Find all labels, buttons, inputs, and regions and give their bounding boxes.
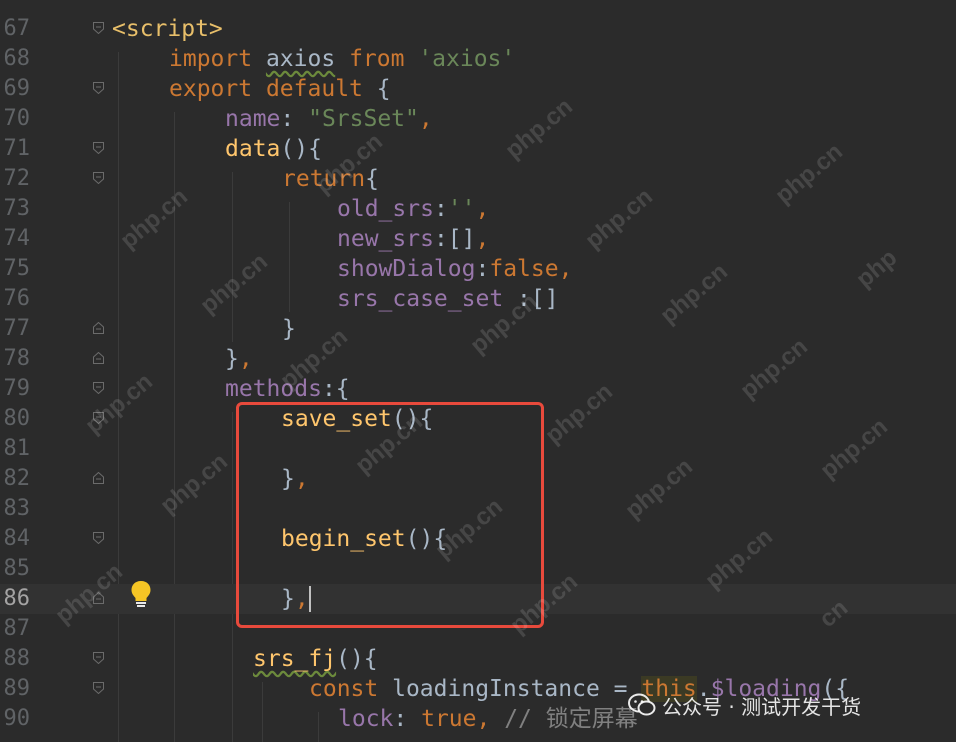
fold-start-icon[interactable] [93,142,104,154]
code-editor[interactable]: 67 <script> 68 import axios from 'axios'… [0,0,956,742]
property: srs_case_set [337,286,504,312]
brace: { [376,76,391,102]
line-number: 88 [3,646,31,671]
line-number: 85 [3,556,31,581]
keyword: const [309,676,379,702]
line-number: 74 [3,226,31,251]
fold-start-icon[interactable] [93,682,104,694]
line-number: 89 [3,676,31,701]
line-number: 82 [3,466,31,491]
line-number: 68 [3,46,31,71]
colon: : [280,106,309,132]
colon: : [475,256,490,282]
brace: } [225,346,239,372]
boolean-literal: false [489,256,559,282]
lightbulb-icon[interactable] [130,580,152,608]
parens: (){ [336,646,378,672]
line-number: 78 [3,346,31,371]
boolean-literal: true [421,706,477,732]
property: old_srs [337,196,434,222]
line-number: 70 [3,106,31,131]
function-name: srs_fj [253,646,337,672]
string-literal: '' [447,196,476,222]
attribution-text: 公众号 · 测试开发干货 [662,694,862,719]
line-number: 81 [3,436,31,461]
fold-end-icon[interactable] [93,352,104,364]
line-number: 69 [3,76,31,101]
line-number: 72 [3,166,31,191]
property: lock [338,706,394,732]
comma: , [418,106,433,132]
comma: , [475,196,490,222]
fold-start-icon[interactable] [93,22,104,34]
keyword: from [349,46,405,72]
line-number: 73 [3,196,31,221]
keyword: import [169,46,253,72]
fold-end-icon[interactable] [93,322,104,334]
property: new_srs [337,226,434,252]
comma: , [238,346,253,372]
code-line[interactable]: 67 <script> [0,14,956,44]
code-line[interactable]: 88 srs_fj(){ [0,644,956,674]
fold-start-icon[interactable] [93,532,104,544]
fold-start-icon[interactable] [93,382,104,394]
script-tag: <script> [112,16,223,42]
string-literal: "SrsSet" [308,106,419,132]
line-number: 83 [3,496,31,521]
keyword: export [169,76,253,102]
colon: : [393,706,422,732]
fold-start-icon[interactable] [93,652,104,664]
line-number: 90 [3,706,31,731]
code-line[interactable]: 69 export default { [0,74,956,104]
string-literal: 'axios' [418,46,516,72]
line-number: 75 [3,256,31,281]
fold-start-icon[interactable] [93,82,104,94]
wechat-attribution: 公众号 · 测试开发干货 [628,690,861,720]
comma: , [558,256,573,282]
identifier: axios [265,46,336,72]
brace: { [365,166,379,192]
brace: :{ [321,376,350,402]
line-number: 71 [3,136,31,161]
property: name [225,106,281,132]
code-line[interactable]: 76 srs_case_set :[] [0,284,956,314]
comment: // 锁定屏幕 [490,706,638,732]
line-number: 84 [3,526,31,551]
code-line[interactable]: 75 showDialog:false, [0,254,956,284]
keyword: default [265,76,363,102]
line-number: 76 [3,286,31,311]
line-number: 87 [3,616,31,641]
fold-start-icon[interactable] [93,172,104,184]
comma: , [475,226,490,252]
array-literal: [] [447,226,476,252]
line-number: 80 [3,406,31,431]
colon: : [433,226,448,252]
line-number: 67 [3,16,31,41]
parens: (){ [280,136,322,162]
comma: , [476,706,491,732]
line-number: 79 [3,376,31,401]
brace: } [282,316,296,342]
function-name: data [225,136,281,162]
line-number: 86 [3,586,31,611]
colon: : [433,196,448,222]
property: showDialog [337,256,476,282]
code-line[interactable]: 68 import axios from 'axios' [0,44,956,74]
code-line[interactable]: 70 name: "SrsSet", [0,104,956,134]
wechat-icon [628,693,656,716]
fold-end-icon[interactable] [93,472,104,484]
identifier: loadingInstance [392,676,600,702]
line-number: 77 [3,316,31,341]
